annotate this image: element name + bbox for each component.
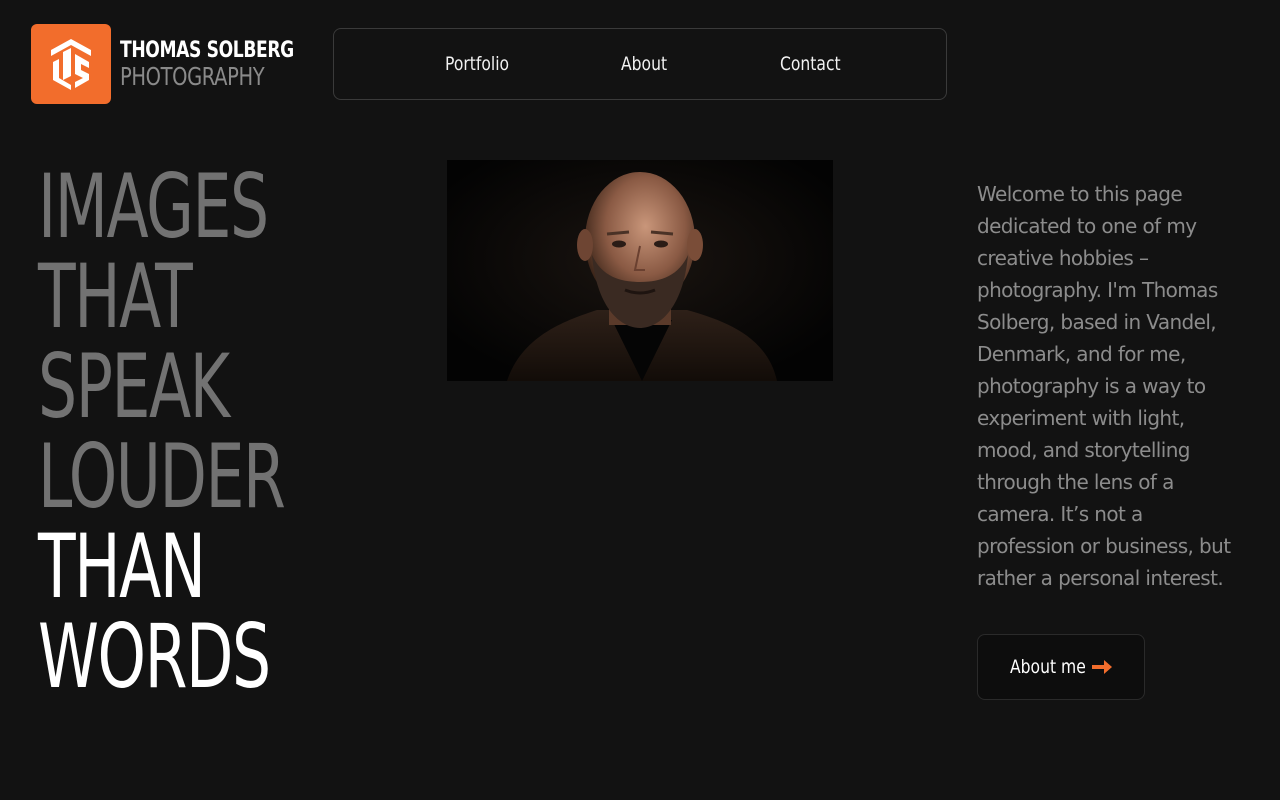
hero-headline: IMAGES THAT SPEAK LOUDER THAN WORDS (38, 162, 390, 702)
headline-line-highlight: THAN (38, 515, 206, 618)
intro-text: Welcome to this page dedicated to one of… (977, 182, 1231, 590)
nav-link-portfolio[interactable]: Portfolio (445, 29, 509, 99)
nav-link-about[interactable]: About (621, 29, 667, 99)
main-nav: Portfolio About Contact (333, 28, 947, 100)
headline-line: SPEAK (38, 335, 230, 438)
ts-monogram-icon (31, 24, 111, 104)
headline-line: IMAGES (38, 155, 269, 258)
page: THOMAS SOLBERG PHOTOGRAPHY Portfolio Abo… (0, 0, 1280, 800)
about-me-label: About me (1010, 656, 1086, 678)
portrait-photo (447, 160, 833, 381)
nav-link-contact[interactable]: Contact (780, 29, 841, 99)
headline-line: LOUDER (38, 425, 286, 528)
headline-line-highlight: WORDS (38, 605, 271, 708)
logo-text: THOMAS SOLBERG PHOTOGRAPHY (120, 37, 343, 91)
arrow-right-icon (1092, 660, 1112, 674)
headline-line: THAT (38, 245, 193, 348)
brand-tagline: PHOTOGRAPHY (120, 61, 265, 91)
site-logo[interactable]: THOMAS SOLBERG PHOTOGRAPHY (31, 24, 343, 104)
about-me-button[interactable]: About me (977, 634, 1145, 700)
brand-name: THOMAS SOLBERG (120, 37, 294, 63)
